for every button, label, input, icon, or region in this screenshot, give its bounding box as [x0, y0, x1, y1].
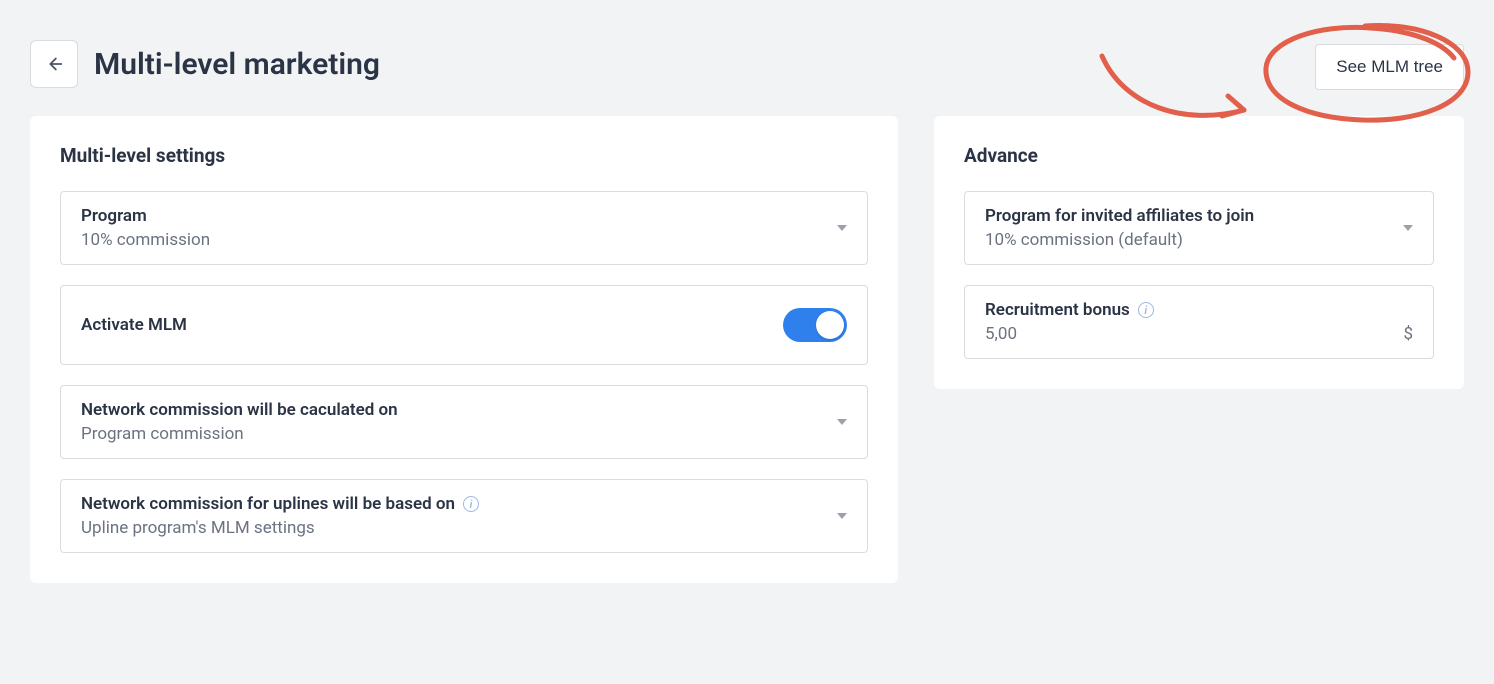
see-mlm-tree-button[interactable]: See MLM tree	[1315, 44, 1464, 90]
uplines-basis-label: Network commission for uplines will be b…	[81, 494, 847, 514]
program-label: Program	[81, 206, 847, 226]
network-commission-select[interactable]: Network commission will be caculated on …	[60, 385, 868, 459]
settings-card-title: Multi-level settings	[60, 144, 868, 167]
activate-mlm-toggle[interactable]	[783, 308, 847, 342]
page-title: Multi-level marketing	[94, 47, 380, 82]
toggle-knob	[816, 311, 844, 339]
advance-card-title: Advance	[964, 144, 1434, 167]
chevron-down-icon	[1403, 225, 1413, 231]
chevron-down-icon	[837, 513, 847, 519]
recruitment-bonus-label: Recruitment bonus i	[985, 300, 1413, 320]
network-commission-value: Program commission	[81, 424, 847, 444]
multi-level-settings-card: Multi-level settings Program 10% commiss…	[30, 116, 898, 583]
uplines-basis-select[interactable]: Network commission for uplines will be b…	[60, 479, 868, 553]
invited-program-label: Program for invited affiliates to join	[985, 206, 1413, 226]
uplines-basis-value: Upline program's MLM settings	[81, 518, 847, 538]
program-select[interactable]: Program 10% commission	[60, 191, 868, 265]
recruitment-bonus-field[interactable]: Recruitment bonus i 5,00 $	[964, 285, 1434, 359]
chevron-down-icon	[837, 225, 847, 231]
uplines-basis-label-text: Network commission for uplines will be b…	[81, 494, 455, 514]
info-icon[interactable]: i	[463, 496, 479, 512]
program-value: 10% commission	[81, 230, 847, 250]
back-button[interactable]	[30, 40, 78, 88]
arrow-left-icon	[43, 53, 65, 75]
invited-program-value: 10% commission (default)	[985, 230, 1413, 250]
invited-program-select[interactable]: Program for invited affiliates to join 1…	[964, 191, 1434, 265]
network-commission-label: Network commission will be caculated on	[81, 400, 847, 420]
advance-card: Advance Program for invited affiliates t…	[934, 116, 1464, 389]
info-icon[interactable]: i	[1138, 302, 1154, 318]
recruitment-bonus-currency: $	[1403, 324, 1413, 344]
recruitment-bonus-label-text: Recruitment bonus	[985, 300, 1130, 320]
recruitment-bonus-value: 5,00	[985, 324, 1017, 344]
chevron-down-icon	[837, 419, 847, 425]
activate-mlm-row: Activate MLM	[60, 285, 868, 365]
activate-mlm-label: Activate MLM	[81, 315, 187, 335]
